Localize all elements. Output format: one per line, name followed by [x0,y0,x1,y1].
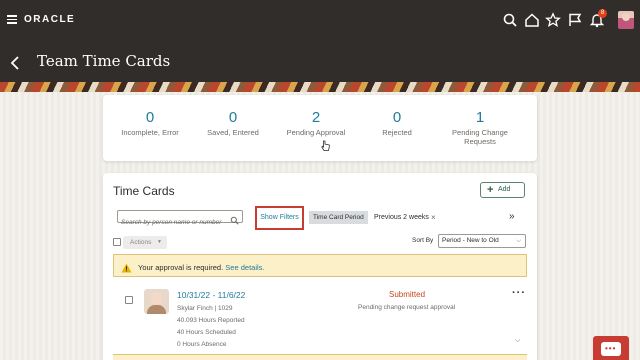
page-title: Team Time Cards [37,52,171,70]
chat-button[interactable]: ••• [593,336,629,360]
actions-label: Actions [130,239,152,246]
time-card-period-link[interactable]: 10/31/22 - 11/6/22 [177,290,245,300]
metric-incomplete[interactable]: 0 Incomplete, Error [110,109,190,137]
metric-label: Saved, Entered [207,128,259,137]
select-all-checkbox[interactable] [113,238,121,246]
warning-icon [121,260,132,273]
status-label: Submitted [389,290,426,299]
approval-alert: Your approval is required. See details. [113,254,527,277]
more-filters-icon[interactable]: » [509,210,515,223]
actions-menu[interactable]: Actions ▼ [123,236,167,249]
sort-by-label: Sort By [412,237,434,244]
chevron-down-icon: ⌵ [516,238,521,244]
sort-value: Period - New to Old [442,237,499,244]
metric-label: Pending Approval [286,128,346,137]
oracle-logo[interactable]: ORACLE [24,14,75,25]
filter-chip-value[interactable]: Previous 2 weeks [374,211,429,224]
sort-select[interactable]: Period - New to Old ⌵ [438,234,526,248]
metric-value: 1 [475,109,485,126]
caret-down-icon: ▼ [157,239,162,245]
chat-dots-icon: ••• [605,344,617,353]
hours-reported: 40.093 Hours Reported [177,317,245,324]
expand-row-icon[interactable]: ⌵ [515,337,520,345]
global-header: ORACLE 8 [0,0,640,42]
home-icon[interactable] [524,12,540,28]
show-filters-link[interactable]: Show Filters [255,206,304,230]
section-title: Time Cards [113,184,175,198]
star-icon[interactable] [545,12,561,28]
alert-message: Your approval is required. See details. [138,263,265,272]
bell-icon[interactable]: 8 [589,9,607,28]
metric-label: Rejected [382,128,412,137]
menu-icon[interactable] [7,15,17,24]
decorative-banner [0,82,640,92]
alert-text: Your approval is required. [138,263,224,272]
metric-value: 0 [392,109,402,126]
time-cards-panel: Time Cards + Add Show Filters Time Card … [103,173,537,360]
hours-absence: 0 Hours Absence [177,341,227,348]
see-details-link[interactable]: See details. [225,263,264,272]
metric-saved[interactable]: 0 Saved, Entered [193,109,273,137]
search-field[interactable] [117,210,243,228]
plus-icon: + [487,184,494,196]
search-input[interactable] [118,217,224,228]
mouse-cursor-icon [321,139,330,151]
next-row-alert [113,354,527,360]
person-name: Skylar Finch | 1029 [177,305,233,312]
metric-rejected[interactable]: 0 Rejected [357,109,437,137]
metric-value: 0 [145,109,155,126]
row-checkbox[interactable] [125,296,133,304]
search-icon[interactable] [502,12,518,28]
page-header: Team Time Cards [0,42,640,82]
metric-pending-approval[interactable]: 2 Pending Approval [276,109,356,137]
user-avatar[interactable] [618,11,634,29]
filter-chip-label: Time Card Period [309,211,368,224]
more-options-icon[interactable]: ··· [512,287,526,299]
status-detail: Pending change request approval [358,304,456,311]
back-arrow-icon[interactable] [9,55,21,71]
person-photo [144,289,169,314]
add-button-label: Add [498,186,511,193]
search-icon[interactable] [230,212,239,225]
remove-filter-icon[interactable]: × [431,211,436,224]
flag-icon[interactable] [567,12,583,28]
metric-label: Pending Change Requests [452,128,508,146]
metric-label: Incomplete, Error [121,128,179,137]
hours-scheduled: 40 Hours Scheduled [177,329,236,336]
summary-card: 0 Incomplete, Error 0 Saved, Entered 2 P… [103,95,537,161]
metric-pending-change[interactable]: 1 Pending Change Requests [440,109,520,146]
add-button[interactable]: + Add [480,182,525,198]
notification-badge: 8 [598,9,607,18]
metric-value: 0 [228,109,238,126]
metric-value: 2 [311,109,321,126]
